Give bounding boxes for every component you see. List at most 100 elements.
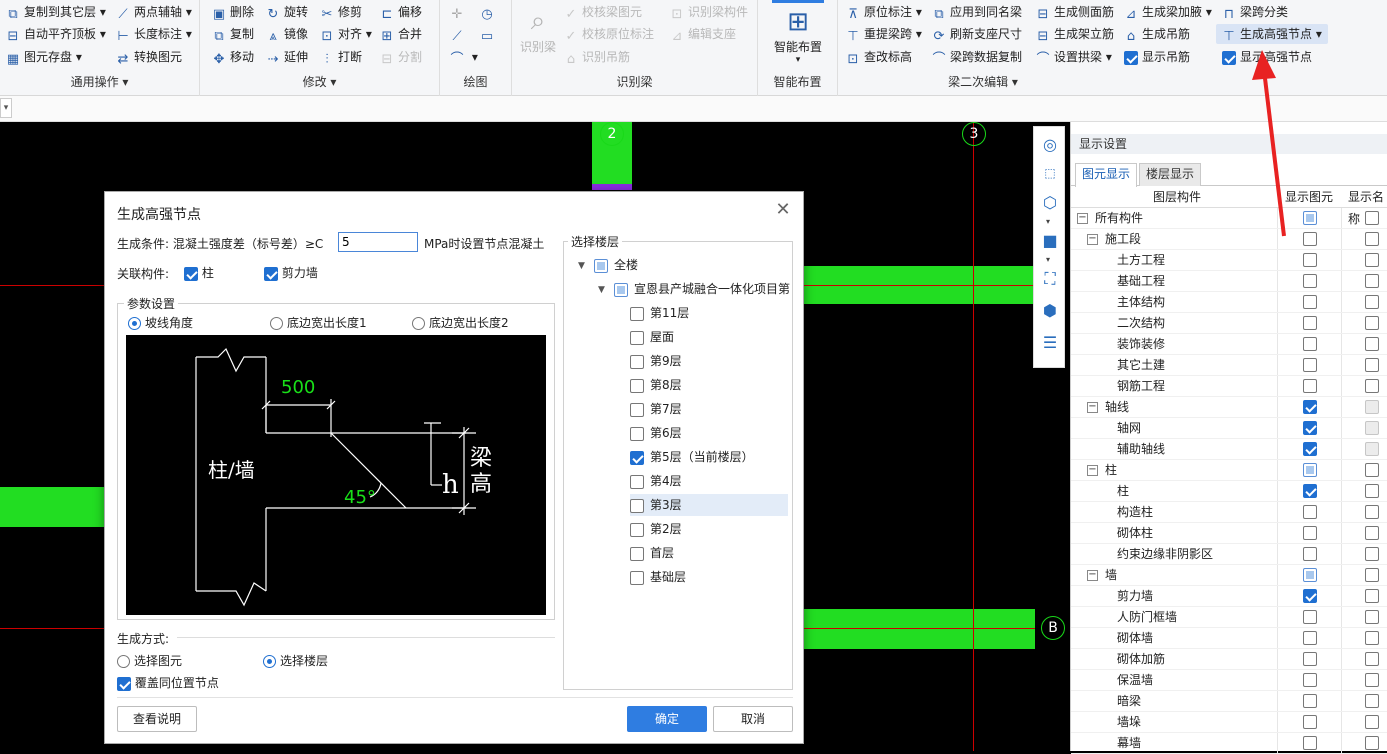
floor-check[interactable] — [630, 354, 644, 369]
overwrite-node-checkbox[interactable]: 覆盖同位置节点 — [117, 674, 219, 691]
identify-hanger-button[interactable]: ⌂ 识别吊筋 — [564, 47, 630, 67]
layer-row[interactable]: 约束边缘非阴影区 — [1071, 544, 1387, 565]
floor-check[interactable] — [630, 306, 644, 321]
shear-wall-check[interactable] — [264, 266, 278, 281]
show-name-checkbox[interactable] — [1365, 232, 1379, 246]
floor-item[interactable]: 第5层（当前楼层） — [630, 446, 788, 468]
select-floor-radio[interactable] — [263, 655, 276, 668]
expand-triangle-icon[interactable]: ▼ — [598, 285, 605, 295]
show-element-checkbox[interactable] — [1303, 295, 1317, 309]
floor-item[interactable]: 第6层 — [630, 422, 788, 444]
layer-row[interactable]: 钢筋工程 — [1071, 376, 1387, 397]
layer-row[interactable]: 剪力墙 — [1071, 586, 1387, 607]
floor-item[interactable]: 第9层 — [630, 350, 788, 372]
show-name-checkbox[interactable] — [1365, 631, 1379, 645]
circle-tool[interactable]: ◷ — [480, 2, 498, 22]
strength-diff-input[interactable] — [338, 232, 418, 252]
layer-row[interactable]: − 柱 — [1071, 460, 1387, 481]
re-extract-span-button[interactable]: ⊤ 重提梁跨 ▾ — [846, 24, 922, 44]
strip-dropdown-button[interactable]: ▾ — [0, 98, 12, 118]
show-name-checkbox[interactable] — [1365, 463, 1379, 477]
check-beam-button[interactable]: ✓ 校核梁图元 — [564, 2, 642, 22]
floor-item[interactable]: 第2层 — [630, 518, 788, 540]
show-element-checkbox[interactable] — [1303, 694, 1317, 708]
layer-row[interactable]: − 轴线 — [1071, 397, 1387, 418]
copy-to-layer-button[interactable]: ⧉ 复制到其它层 ▾ — [6, 2, 106, 22]
in-place-annotation-button[interactable]: ⊼ 原位标注 ▾ — [846, 2, 922, 22]
chevron-down-icon[interactable]: ▾ — [1046, 255, 1050, 264]
related-column-checkbox[interactable]: 柱 — [184, 264, 214, 281]
mirror-button[interactable]: ⩓ 镜像 — [266, 24, 308, 44]
layer-row[interactable]: 土方工程 — [1071, 250, 1387, 271]
smart-layout-button[interactable]: ⊞ 智能布置 ▾ — [764, 6, 832, 65]
show-element-checkbox[interactable] — [1303, 715, 1317, 729]
gen-mode-select-floor[interactable]: 选择楼层 — [263, 652, 328, 669]
3d-view-icon[interactable]: ⬚ — [1040, 163, 1060, 183]
collapse-toggle-icon[interactable]: − — [1087, 402, 1098, 413]
copy-button[interactable]: ⧉ 复制 — [212, 24, 254, 44]
show-name-checkbox[interactable] — [1365, 715, 1379, 729]
apply-same-name-button[interactable]: ⧉ 应用到同名梁 — [932, 2, 1022, 22]
layer-row[interactable]: 柱 — [1071, 481, 1387, 502]
floor-item[interactable]: 屋面 — [630, 326, 788, 348]
two-point-axis-button[interactable]: ⟋ 两点辅轴 ▾ — [116, 2, 191, 22]
layer-row[interactable]: 装饰装修 — [1071, 334, 1387, 355]
floor-check[interactable] — [630, 546, 644, 561]
check-elevation-button[interactable]: ⊡ 查改标高 — [846, 47, 912, 67]
collapse-toggle-icon[interactable]: − — [1077, 213, 1088, 224]
floor-check[interactable] — [630, 450, 644, 465]
break-button[interactable]: ⫶ 打断 — [320, 47, 362, 67]
layer-row[interactable]: 其它土建 — [1071, 355, 1387, 376]
bottom-width-2-radio[interactable] — [412, 317, 425, 330]
rect-tool[interactable]: ▭ — [480, 24, 498, 44]
layer-row[interactable]: 构造柱 — [1071, 502, 1387, 523]
floor-project-check[interactable] — [614, 282, 628, 297]
edit-support-button[interactable]: ⊿ 编辑支座 — [670, 24, 736, 44]
show-element-checkbox[interactable] — [1303, 484, 1317, 498]
convert-element-button[interactable]: ⇄ 转换图元 — [116, 47, 182, 67]
auto-align-top-button[interactable]: ⊟ 自动平齐顶板 ▾ — [6, 24, 106, 44]
floor-check[interactable] — [630, 378, 644, 393]
orbit-icon[interactable]: ◎ — [1040, 135, 1060, 155]
floor-item[interactable]: 第11层 — [630, 302, 788, 324]
param-option-bottom-width-2[interactable]: 底边宽出长度2 — [412, 314, 509, 331]
copy-span-data-button[interactable]: ⌒ 梁跨数据复制 — [932, 47, 1022, 67]
gen-hanger-button[interactable]: ⌂ 生成吊筋 — [1124, 24, 1190, 44]
expand-triangle-icon[interactable]: ▼ — [578, 261, 585, 271]
identify-beam-comp-button[interactable]: ⊡ 识别梁构件 — [670, 2, 748, 22]
show-element-checkbox[interactable] — [1303, 379, 1317, 393]
ok-button[interactable]: 确定 — [627, 706, 707, 732]
layer-row[interactable]: − 墙 — [1071, 565, 1387, 586]
show-name-checkbox[interactable] — [1365, 652, 1379, 666]
show-hanger-check[interactable] — [1124, 50, 1138, 65]
show-name-checkbox[interactable] — [1365, 568, 1379, 582]
check-annotation-button[interactable]: ✓ 校核原位标注 — [564, 24, 654, 44]
move-button[interactable]: ✥ 移动 — [212, 47, 254, 67]
show-name-checkbox[interactable] — [1365, 211, 1379, 225]
tab-element-display[interactable]: 图元显示 — [1075, 163, 1138, 187]
chevron-down-icon[interactable]: ▾ — [1046, 217, 1050, 226]
view-help-button[interactable]: 查看说明 — [117, 706, 197, 732]
show-name-checkbox[interactable] — [1365, 547, 1379, 561]
collapse-toggle-icon[interactable]: − — [1087, 465, 1098, 476]
show-element-checkbox[interactable] — [1303, 526, 1317, 540]
show-name-checkbox[interactable] — [1365, 358, 1379, 372]
show-element-checkbox[interactable] — [1303, 505, 1317, 519]
bottom-width-1-radio[interactable] — [270, 317, 283, 330]
split-button[interactable]: ⊟ 分割 — [380, 47, 422, 67]
trim-button[interactable]: ✂ 修剪 — [320, 2, 362, 22]
offset-button[interactable]: ⊏ 偏移 — [380, 2, 422, 22]
show-element-checkbox[interactable] — [1303, 610, 1317, 624]
select-element-radio[interactable] — [117, 655, 130, 668]
show-element-checkbox[interactable] — [1303, 736, 1317, 750]
line-tool[interactable]: ⟋ — [450, 24, 468, 44]
delete-button[interactable]: ▣ 删除 — [212, 2, 254, 22]
floor-item[interactable]: 基础层 — [630, 566, 788, 588]
show-element-checkbox[interactable] — [1303, 358, 1317, 372]
show-name-checkbox[interactable] — [1365, 526, 1379, 540]
layer-row[interactable]: 砌体墙 — [1071, 628, 1387, 649]
collapse-toggle-icon[interactable]: − — [1087, 234, 1098, 245]
slope-angle-radio[interactable] — [128, 317, 141, 330]
gen-haunch-button[interactable]: ⊿ 生成梁加腋 ▾ — [1124, 2, 1212, 22]
floor-item[interactable]: 第8层 — [630, 374, 788, 396]
